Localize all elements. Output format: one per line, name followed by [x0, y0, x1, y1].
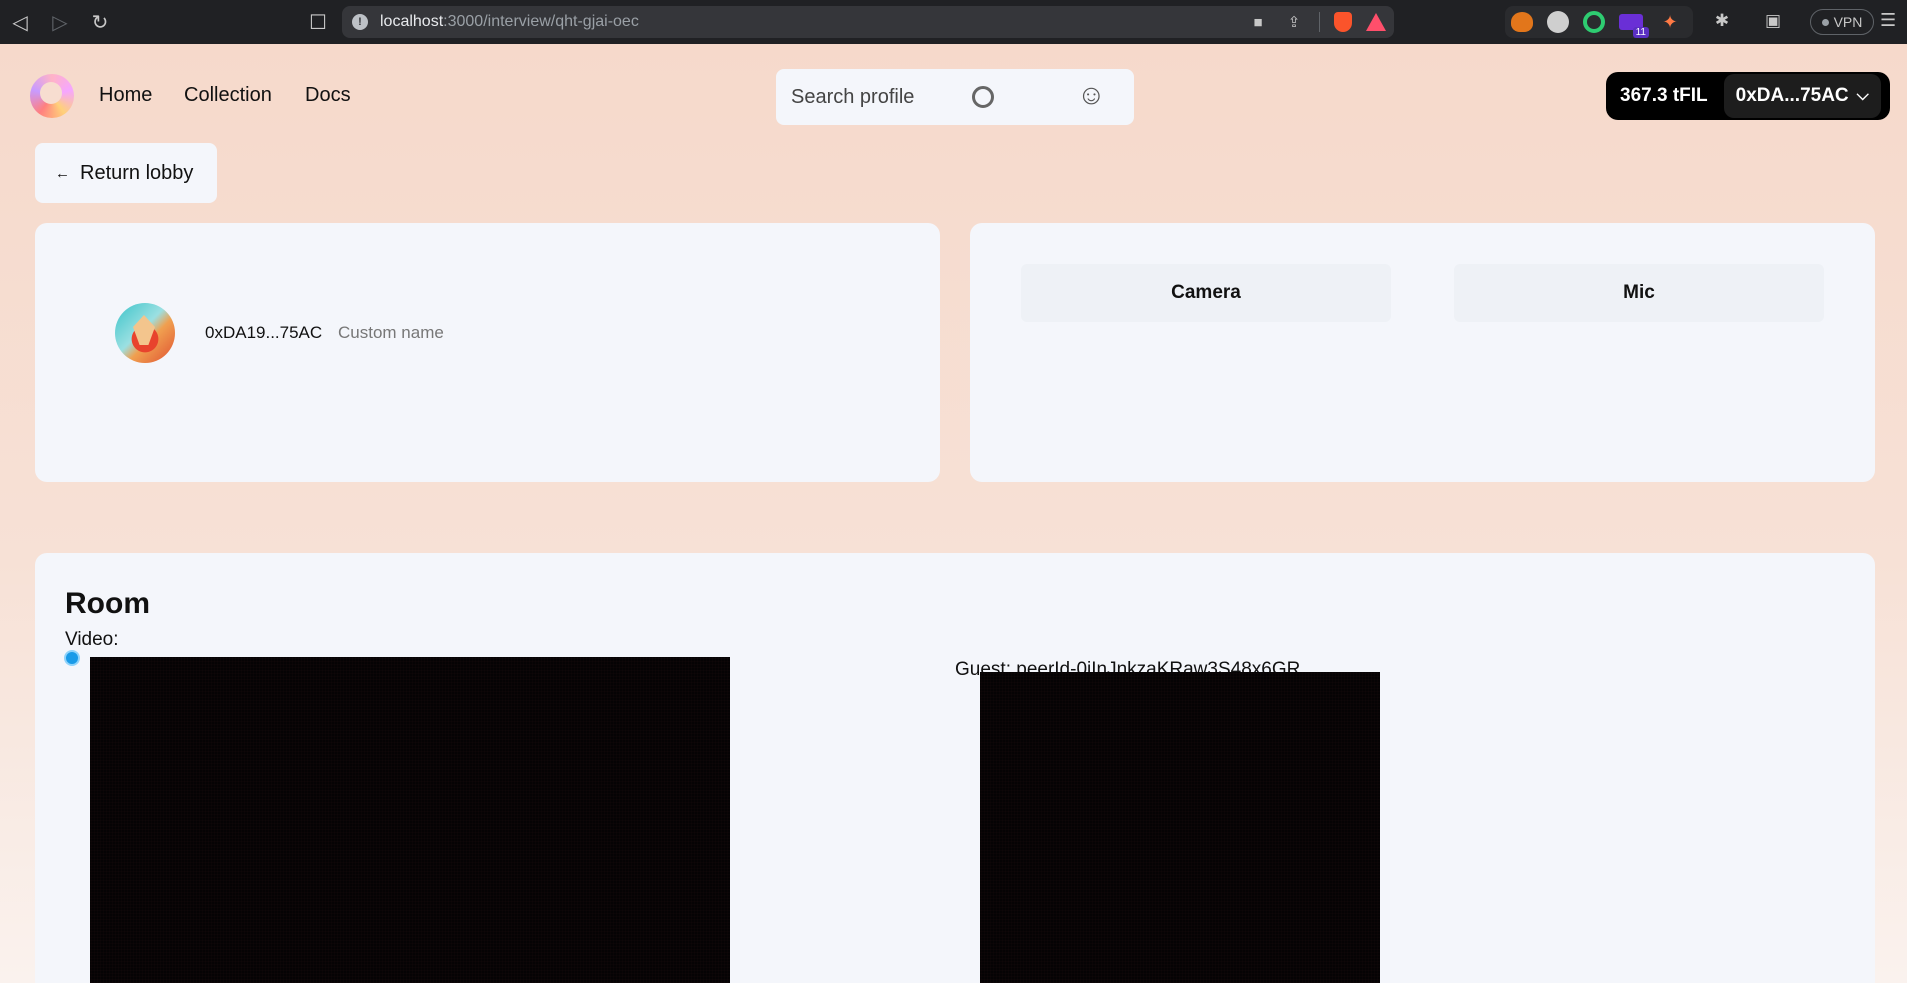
share-icon[interactable]: ⇪: [1283, 11, 1305, 33]
wallet-icon[interactable]: ▣: [1762, 11, 1784, 33]
smiley-icon[interactable]: ☺: [1077, 79, 1106, 111]
arrow-left-icon: ←: [55, 164, 70, 182]
profile-address: 0xDA19...75AC: [205, 323, 323, 342]
ring-extension-icon[interactable]: [1583, 11, 1605, 33]
video-label: Video:: [65, 629, 119, 650]
reload-icon[interactable]: ↻: [80, 0, 120, 44]
profile-card: 0xDA19...75AC Custom name: [35, 223, 940, 482]
address-bar-actions: ■ ⇪: [1247, 6, 1386, 38]
camera-button[interactable]: Camera: [1021, 264, 1391, 322]
rewards-triangle-icon[interactable]: [1366, 13, 1386, 31]
host-video: [90, 657, 730, 983]
circle-icon: [972, 86, 994, 108]
url-host: localhost: [380, 13, 444, 30]
address-bar[interactable]: ! localhost:3000/interview/qht-gjai-oec …: [342, 6, 1394, 38]
search-input[interactable]: Search profile ☺: [776, 69, 1134, 125]
return-lobby-button[interactable]: ← Return lobby: [35, 143, 217, 203]
page: Home Collection Docs Search profile ☺ 36…: [0, 44, 1907, 983]
nav-link-docs[interactable]: Docs: [305, 84, 351, 107]
room-card: Room Video: Guest: peerId-0iInJnkzaKRaw3…: [35, 553, 1875, 983]
extension-badge: 11: [1632, 27, 1649, 38]
account-address: 0xDA...75AC: [1735, 85, 1849, 106]
graduation-cap-icon[interactable]: 11: [1619, 14, 1649, 38]
extensions-area: 11 ✦: [1505, 6, 1693, 38]
vpn-button[interactable]: VPN: [1810, 9, 1874, 35]
wallet-balance: 367.3 tFIL: [1620, 85, 1708, 106]
back-icon[interactable]: ◁: [0, 0, 40, 44]
info-icon[interactable]: !: [352, 14, 368, 30]
custom-name-field[interactable]: Custom name: [338, 323, 444, 343]
recording-indicator: [64, 650, 80, 666]
account-button[interactable]: 0xDA...75AC ⌵: [1723, 74, 1881, 118]
url-text[interactable]: localhost:3000/interview/qht-gjai-oec: [380, 13, 639, 31]
video-camera-icon[interactable]: ■: [1247, 11, 1269, 33]
vpn-status-dot: [1821, 18, 1829, 26]
puzzle-icon[interactable]: ✱: [1711, 11, 1733, 33]
return-lobby-label: Return lobby: [80, 161, 194, 184]
nav-link-home[interactable]: Home: [99, 84, 152, 107]
owl-extension-icon[interactable]: [1547, 11, 1569, 33]
metamask-fox-icon[interactable]: [1511, 12, 1533, 32]
app-header: Home Collection Docs Search profile ☺ 36…: [0, 44, 1907, 152]
forward-icon[interactable]: ▷: [40, 0, 80, 44]
hamburger-menu-icon[interactable]: ☰: [1880, 10, 1896, 31]
bookmark-icon[interactable]: ☐: [298, 0, 338, 44]
vpn-label: VPN: [1833, 14, 1863, 30]
divider: [1319, 12, 1320, 32]
browser-toolbar: ◁ ▷ ↻ ☐ ! localhost:3000/interview/qht-g…: [0, 0, 1907, 44]
search-placeholder: Search profile: [791, 85, 915, 108]
logo-icon[interactable]: [30, 74, 74, 118]
brave-shield-icon[interactable]: [1334, 12, 1352, 32]
wallet-widget[interactable]: 367.3 tFIL 0xDA...75AC ⌵: [1606, 72, 1890, 120]
avatar: [115, 303, 175, 363]
nav-link-collection[interactable]: Collection: [184, 84, 272, 107]
device-card: Camera Mic: [970, 223, 1875, 482]
mic-button[interactable]: Mic: [1454, 264, 1824, 322]
spark-extension-icon[interactable]: ✦: [1657, 9, 1683, 35]
chevron-down-icon: ⌵: [1856, 87, 1869, 104]
guest-video: [980, 672, 1380, 983]
url-path: :3000/interview/qht-gjai-oec: [443, 13, 639, 30]
room-title: Room: [65, 587, 150, 620]
